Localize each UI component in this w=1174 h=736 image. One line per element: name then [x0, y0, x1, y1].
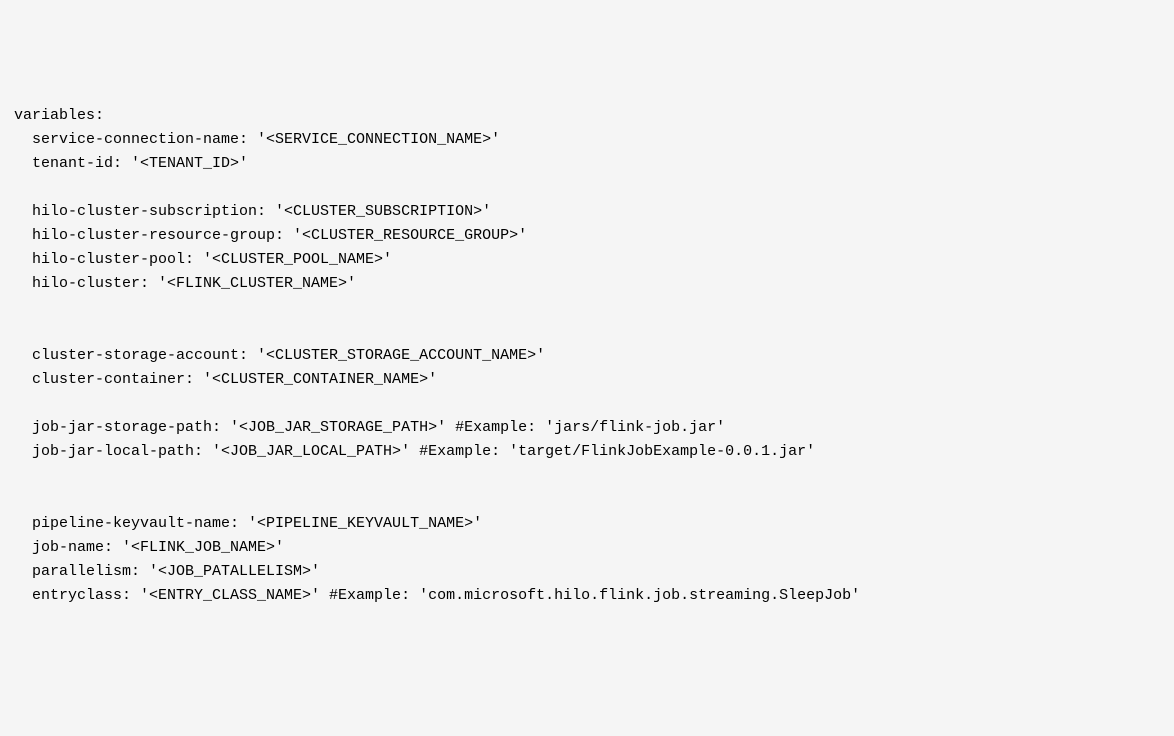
yaml-line: [14, 320, 1160, 344]
yaml-line: job-name: '<FLINK_JOB_NAME>': [14, 536, 1160, 560]
yaml-line: pipeline-keyvault-name: '<PIPELINE_KEYVA…: [14, 512, 1160, 536]
yaml-line: service-connection-name: '<SERVICE_CONNE…: [14, 128, 1160, 152]
yaml-line: [14, 488, 1160, 512]
yaml-line: tenant-id: '<TENANT_ID>': [14, 152, 1160, 176]
yaml-code-block: variables: service-connection-name: '<SE…: [14, 104, 1160, 608]
yaml-line: [14, 176, 1160, 200]
yaml-line: job-jar-storage-path: '<JOB_JAR_STORAGE_…: [14, 416, 1160, 440]
yaml-header-line: variables:: [14, 104, 1160, 128]
yaml-line: [14, 464, 1160, 488]
yaml-line: hilo-cluster-resource-group: '<CLUSTER_R…: [14, 224, 1160, 248]
yaml-line: job-jar-local-path: '<JOB_JAR_LOCAL_PATH…: [14, 440, 1160, 464]
yaml-line: hilo-cluster-pool: '<CLUSTER_POOL_NAME>': [14, 248, 1160, 272]
yaml-line: entryclass: '<ENTRY_CLASS_NAME>' #Exampl…: [14, 584, 1160, 608]
yaml-line: [14, 296, 1160, 320]
yaml-line: cluster-container: '<CLUSTER_CONTAINER_N…: [14, 368, 1160, 392]
yaml-line: hilo-cluster: '<FLINK_CLUSTER_NAME>': [14, 272, 1160, 296]
yaml-line: parallelism: '<JOB_PATALLELISM>': [14, 560, 1160, 584]
yaml-line: hilo-cluster-subscription: '<CLUSTER_SUB…: [14, 200, 1160, 224]
yaml-line: cluster-storage-account: '<CLUSTER_STORA…: [14, 344, 1160, 368]
yaml-line: [14, 392, 1160, 416]
